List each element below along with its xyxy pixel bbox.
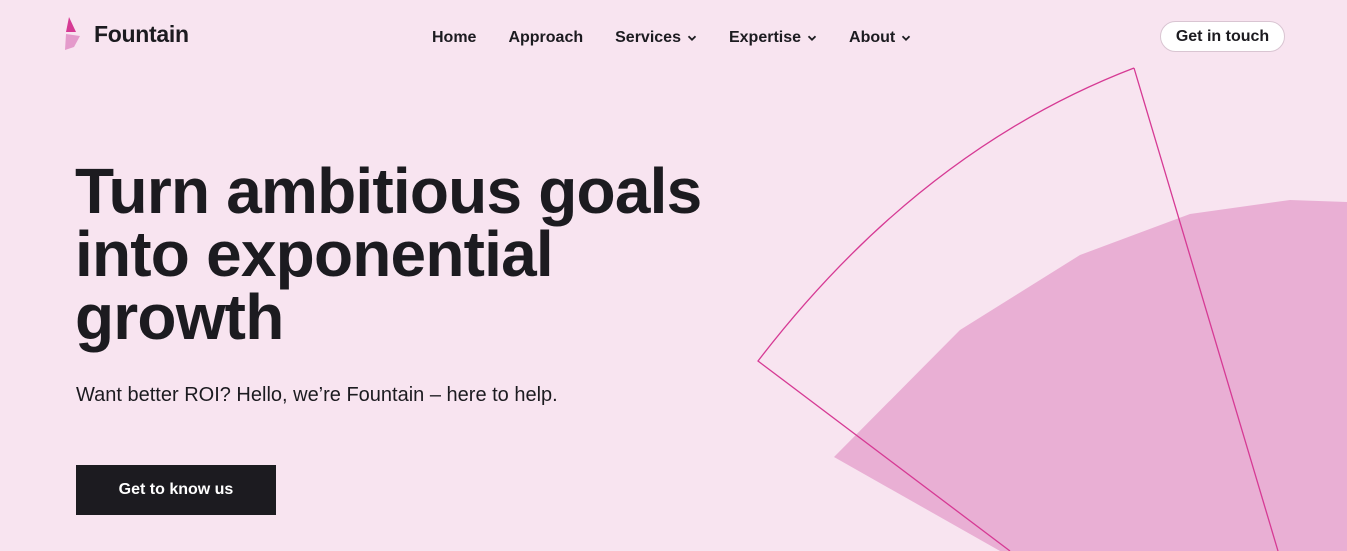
chevron-down-icon [807, 35, 817, 41]
get-in-touch-button[interactable]: Get in touch [1160, 21, 1285, 52]
chevron-down-icon [902, 35, 911, 41]
hero-subtitle: Want better ROI? Hello, we’re Fountain –… [76, 384, 558, 406]
nav-item-about[interactable]: About [849, 26, 911, 50]
nav-item-label: Expertise [728, 29, 802, 46]
nav-item-label: Approach [508, 29, 584, 46]
nav-item-approach[interactable]: Approach [508, 26, 583, 50]
fountain-logo-icon [65, 17, 80, 50]
main-nav: Home Approach Services Expertise About [432, 26, 911, 50]
brand-logo[interactable]: Fountain [63, 17, 189, 51]
brand-name: Fountain [94, 20, 189, 47]
nav-item-expertise[interactable]: Expertise [729, 26, 817, 50]
nav-item-label: Services [615, 29, 681, 46]
nav-item-label: About [849, 29, 896, 46]
hero-title: Turn ambitious goals into exponential gr… [75, 155, 702, 353]
nav-item-home[interactable]: Home [432, 26, 476, 50]
get-to-know-us-button[interactable]: Get to know us [76, 465, 276, 515]
filled-wedge-shape [834, 200, 1347, 551]
nav-item-services[interactable]: Services [615, 26, 697, 50]
chevron-down-icon [687, 35, 697, 41]
nav-item-label: Home [432, 29, 477, 46]
